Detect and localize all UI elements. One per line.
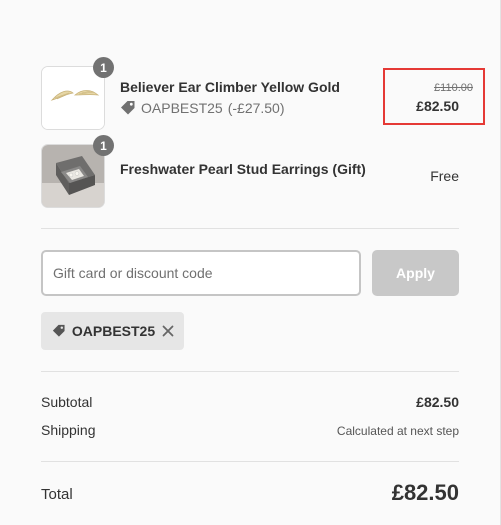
product-thumbnail bbox=[41, 144, 105, 208]
shipping-value: Calculated at next step bbox=[336, 424, 459, 438]
remove-discount-button[interactable] bbox=[161, 323, 175, 339]
product-thumbnail bbox=[41, 66, 105, 130]
total-value: £82.50 bbox=[391, 480, 459, 505]
item-discount: OAPBEST25 (-£27.50) bbox=[120, 100, 285, 116]
applied-discount-code: OAPBEST25 bbox=[71, 323, 156, 339]
quantity-badge: 1 bbox=[93, 57, 114, 78]
ear-climber-icon bbox=[42, 67, 104, 129]
line-item: 1 Freshwater Pearl Stud Earrings (Gift) bbox=[41, 135, 459, 208]
item-price: Free bbox=[430, 168, 459, 184]
item-discount-code: OAPBEST25 bbox=[141, 100, 223, 116]
total-label: Total bbox=[41, 486, 73, 503]
tag-icon bbox=[121, 101, 135, 115]
gift-box-icon bbox=[42, 145, 104, 207]
price-highlight-box bbox=[383, 68, 485, 125]
subtotal-label: Subtotal bbox=[41, 394, 93, 410]
subtotal-value: £82.50 bbox=[416, 394, 459, 410]
apply-button[interactable]: Apply bbox=[372, 250, 459, 296]
shipping-label: Shipping bbox=[41, 422, 96, 438]
divider bbox=[41, 461, 459, 462]
discount-code-input[interactable] bbox=[41, 250, 361, 296]
product-name: Freshwater Pearl Stud Earrings (Gift) bbox=[120, 161, 366, 177]
divider bbox=[41, 371, 459, 372]
quantity-badge: 1 bbox=[93, 135, 114, 156]
product-name: Believer Ear Climber Yellow Gold bbox=[120, 79, 340, 95]
tag-icon bbox=[52, 324, 65, 337]
discounted-price: £82.50 bbox=[416, 98, 459, 114]
applied-discount-chip: OAPBEST25 bbox=[41, 312, 184, 350]
divider bbox=[41, 228, 459, 229]
close-icon bbox=[162, 325, 174, 337]
original-price: £110.00 bbox=[434, 82, 473, 94]
item-discount-amount: (-£27.50) bbox=[227, 100, 285, 116]
